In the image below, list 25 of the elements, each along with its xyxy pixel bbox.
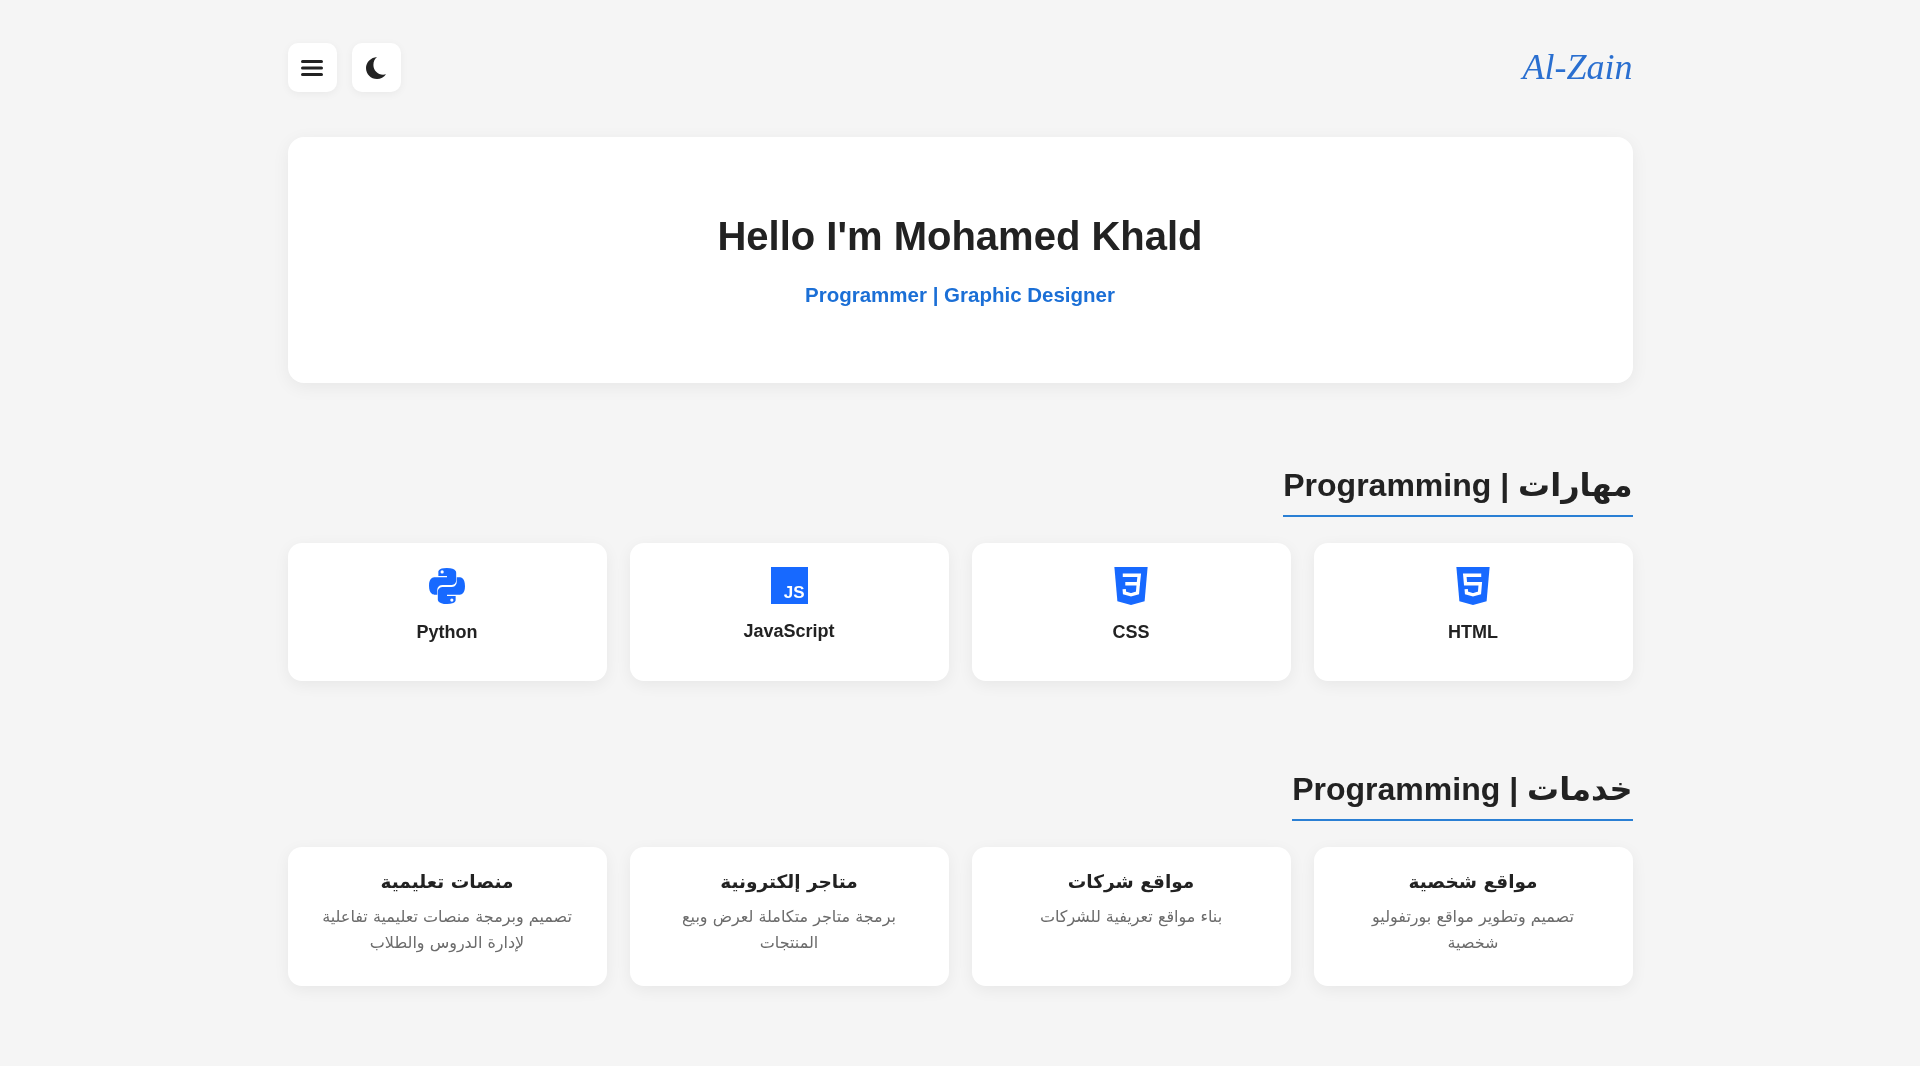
skill-label: CSS — [1112, 621, 1150, 644]
service-title: منصات تعليمية — [380, 870, 514, 894]
skill-label: HTML — [1448, 621, 1498, 644]
skill-label: Python — [416, 621, 478, 644]
hero-subtitle: Programmer | Graphic Designer — [805, 282, 1115, 308]
hero-title: Hello I'm Mohamed Khald — [717, 213, 1203, 260]
menu-button[interactable] — [287, 43, 337, 92]
python-logo-icon — [429, 567, 465, 605]
service-description: برمجة متاجر متكاملة لعرض وبيع المنتجات — [681, 906, 897, 954]
section-heading: خدمات | Programming — [1292, 767, 1633, 821]
service-description: تصميم وتطوير مواقع بورتفوليو شخصية — [1370, 906, 1575, 954]
css3-logo-icon — [1113, 567, 1149, 605]
service-title: مواقع شخصية — [1408, 870, 1538, 895]
theme-toggle-button[interactable] — [351, 43, 401, 92]
section-heading: مهارات | Programming — [1283, 463, 1633, 517]
service-title: مواقع شركات — [1067, 870, 1195, 895]
service-description: تصميم وبرمجة منصات تعليمية تفاعلية لإدارة الدروس والطلاب — [321, 906, 573, 955]
service-description: بناء مواقع تعريفية للشركات — [1039, 906, 1223, 929]
service-title: متاجر إلكترونية — [720, 870, 858, 895]
html5-logo-icon — [1455, 567, 1491, 605]
site-logo[interactable]: Al-Zain — [1522, 45, 1633, 90]
skill-label: JavaScript — [743, 620, 835, 643]
js-logo-icon: JS — [770, 567, 808, 604]
moon-icon — [366, 56, 386, 79]
menu-icon — [301, 59, 323, 76]
